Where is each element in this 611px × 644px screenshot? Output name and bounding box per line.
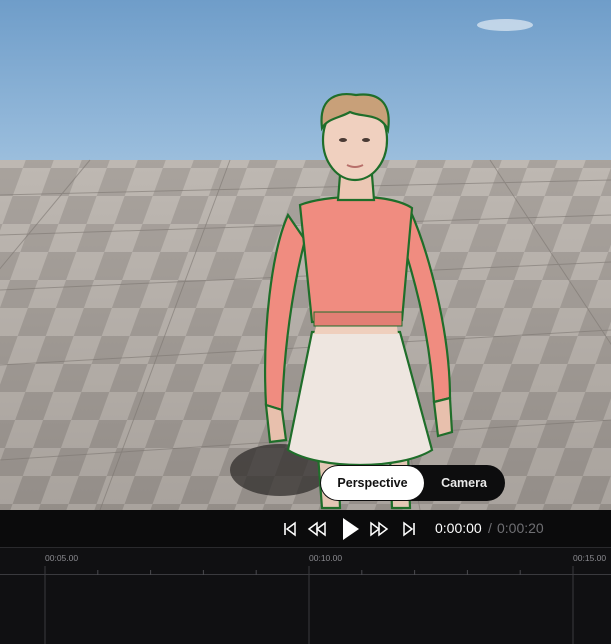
skip-to-start-icon[interactable]: [279, 518, 301, 540]
current-time: 0:00:00: [435, 520, 482, 536]
timeline[interactable]: 00:05.00 00:10.00 00:15.00: [0, 547, 611, 644]
time-separator: /: [488, 520, 492, 536]
scene-render: [0, 0, 611, 510]
timeline-ticks: [44, 566, 574, 644]
fast-forward-icon[interactable]: [368, 518, 390, 540]
play-icon[interactable]: [338, 517, 362, 541]
playback-controls: 0:00:00 / 0:00:20: [0, 510, 611, 547]
view-mode-toggle[interactable]: Perspective Camera: [320, 465, 505, 501]
cloud: [477, 19, 533, 31]
skip-to-end-icon[interactable]: [398, 518, 420, 540]
3d-viewport[interactable]: Perspective Camera: [0, 0, 611, 510]
camera-tab[interactable]: Camera: [424, 466, 504, 500]
total-time: 0:00:20: [497, 520, 544, 536]
perspective-tab[interactable]: Perspective: [321, 466, 424, 500]
rewind-icon[interactable]: [306, 518, 328, 540]
